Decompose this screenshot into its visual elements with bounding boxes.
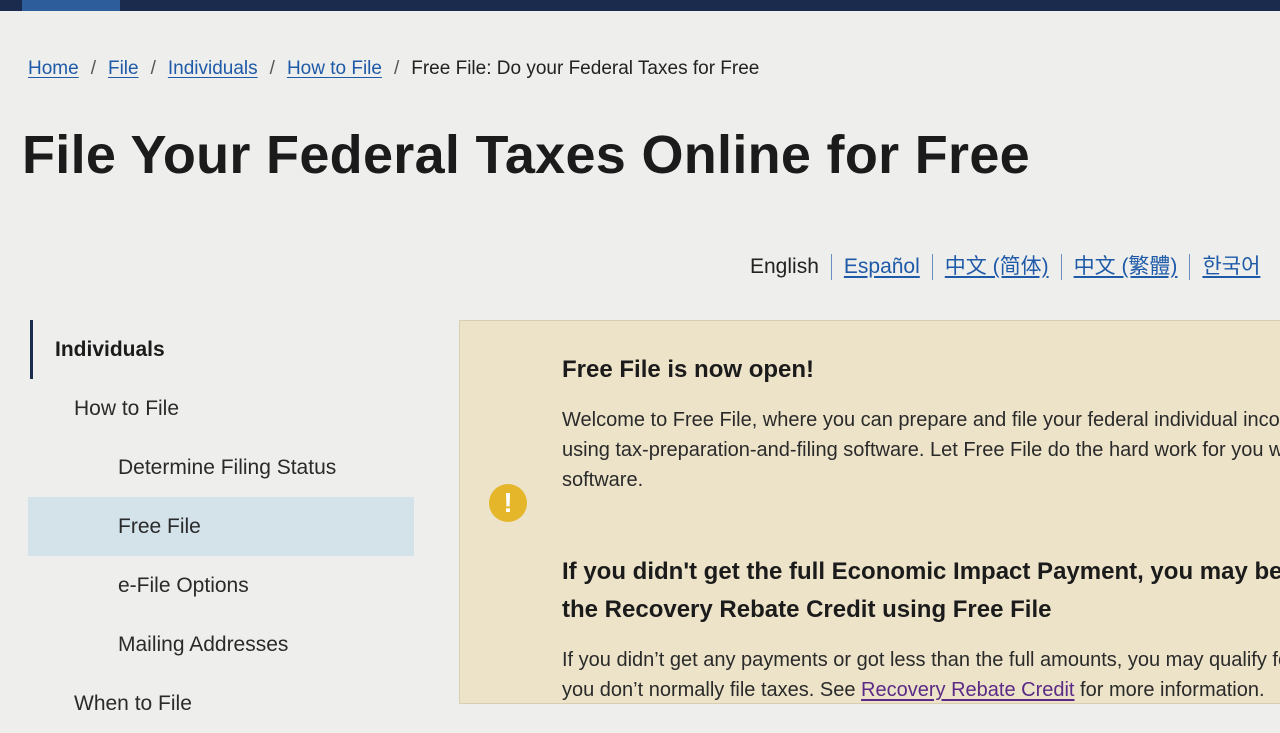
- sidenav-item-free-file[interactable]: Free File: [28, 497, 414, 556]
- language-chinese-simplified[interactable]: 中文 (简体): [945, 255, 1049, 278]
- sidenav-item-determine-filing-status[interactable]: Determine Filing Status: [28, 438, 414, 497]
- breadcrumb-current: Free File: Do your Federal Taxes for Fre…: [411, 58, 760, 79]
- sidenav-item-label: How to File: [74, 396, 180, 420]
- top-banner: [0, 0, 1280, 11]
- breadcrumb-file[interactable]: File: [108, 58, 139, 79]
- breadcrumb: Home / File / Individuals / How to File / Free F…: [28, 58, 759, 80]
- language-english: English: [750, 255, 819, 278]
- top-banner-accent: [22, 0, 120, 11]
- exclamation-icon: !: [489, 484, 527, 522]
- sidenav-item-e-file-options[interactable]: e-File Options: [28, 556, 414, 615]
- sidenav-item-individuals[interactable]: Individuals: [28, 320, 414, 379]
- breadcrumb-separator: /: [90, 58, 96, 79]
- sidenav-item-label: Individuals: [55, 337, 165, 361]
- alert-subheading-line: the Recovery Rebate Credit using Free Fi…: [562, 596, 1052, 623]
- divider: [1189, 254, 1191, 281]
- sidenav-item-label: Mailing Addresses: [118, 632, 289, 656]
- language-korean[interactable]: 한국어: [1202, 255, 1260, 278]
- alert-text-suffix: for more information.: [1074, 679, 1265, 701]
- language-chinese-traditional[interactable]: 中文 (繁體): [1074, 255, 1178, 278]
- divider: [1060, 254, 1062, 281]
- sidenav-item-label: Determine Filing Status: [118, 455, 337, 479]
- alert-text-prefix: you don’t normally file taxes. See: [562, 679, 862, 701]
- breadcrumb-separator: /: [269, 58, 275, 79]
- alert-text-line: you don’t normally file taxes. See Recov…: [562, 675, 1280, 703]
- breadcrumb-separator: /: [150, 58, 156, 79]
- alert-paragraph: If you didn’t get any payments or got le…: [562, 645, 1280, 703]
- sidenav-item-label: Free File: [118, 514, 201, 538]
- alert-text-line: software.: [562, 469, 644, 491]
- breadcrumb-individuals[interactable]: Individuals: [168, 58, 258, 79]
- breadcrumb-how-to-file[interactable]: How to File: [287, 58, 382, 79]
- alert-subheading-line: If you didn't get the full Economic Impa…: [562, 558, 1280, 585]
- alert-text-line: Welcome to Free File, where you can prep…: [562, 409, 1280, 431]
- alert-paragraph: Welcome to Free File, where you can prep…: [562, 405, 1280, 495]
- sidenav-item-label: When to File: [74, 691, 192, 715]
- language-espanol[interactable]: Español: [844, 255, 920, 278]
- sidenav-item-mailing-addresses[interactable]: Mailing Addresses: [28, 615, 414, 674]
- page-title: File Your Federal Taxes Online for Free: [22, 125, 1031, 185]
- alert-subheading: If you didn't get the full Economic Impa…: [562, 553, 1280, 629]
- language-selector: English Español 中文 (简体) 中文 (繁體) 한국어: [750, 250, 1260, 281]
- divider: [931, 254, 933, 281]
- breadcrumb-separator: /: [393, 58, 400, 79]
- divider: [830, 254, 832, 281]
- recovery-rebate-credit-link[interactable]: Recovery Rebate Credit: [861, 679, 1074, 701]
- breadcrumb-home[interactable]: Home: [28, 58, 79, 79]
- sidenav-item-how-to-file[interactable]: How to File: [28, 379, 414, 438]
- sidenav-item-when-to-file[interactable]: When to File: [28, 674, 414, 733]
- alert-text-line: using tax-preparation-and-filing softwar…: [562, 439, 1280, 461]
- alert-heading: Free File is now open!: [562, 356, 815, 383]
- alert-text-line: If you didn’t get any payments or got le…: [562, 649, 1280, 671]
- sidenav-item-label: e-File Options: [118, 573, 249, 597]
- free-file-alert: ! Free File is now open! Welcome to Free…: [459, 320, 1280, 704]
